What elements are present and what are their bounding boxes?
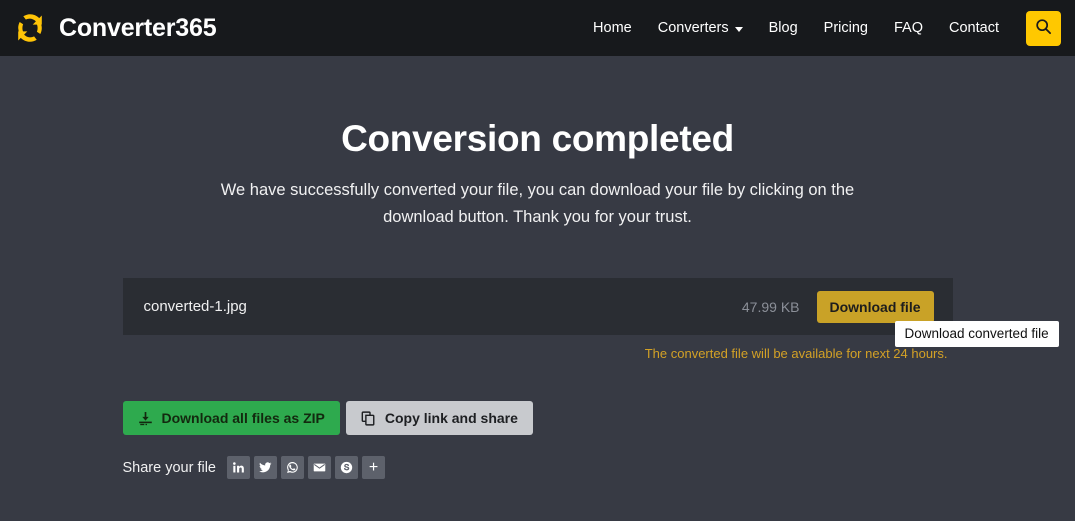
file-name: converted-1.jpg (143, 298, 247, 316)
download-file-tooltip: Download converted file (894, 321, 1059, 348)
share-buttons: + (227, 456, 385, 480)
copy-link-share-button[interactable]: Copy link and share (345, 401, 533, 436)
nav-label: Converters (657, 20, 729, 36)
file-availability-notice: The converted file will be available for… (644, 346, 948, 362)
nav-item-pricing[interactable]: Pricing (811, 14, 881, 42)
download-tray-icon (138, 411, 153, 426)
refresh-arrows-icon (12, 10, 48, 46)
share-more-button[interactable]: + (362, 456, 385, 480)
share-skype-button[interactable] (335, 456, 358, 480)
nav-item-converters[interactable]: Converters (645, 14, 756, 42)
copy-pages-icon (361, 411, 376, 426)
share-linkedin-button[interactable] (227, 456, 250, 480)
action-buttons: Download all files as ZIP Copy link and … (122, 401, 953, 436)
converted-file-row: converted-1.jpg 47.99 KB Download file D… (122, 278, 1059, 348)
site-header: Converter365 Home Converters Blog Pricin… (0, 0, 1075, 56)
skype-icon (340, 461, 353, 474)
share-label: Share your file (122, 459, 217, 476)
nav-label: Pricing (823, 20, 868, 36)
page-subtitle: We have successfully converted your file… (220, 181, 855, 226)
search-button[interactable] (1026, 10, 1061, 46)
share-email-button[interactable] (308, 456, 331, 480)
linkedin-icon (232, 461, 245, 474)
nav-item-home[interactable]: Home (580, 14, 645, 42)
brand-logo-link[interactable]: Converter365 (12, 10, 217, 46)
nav-item-faq[interactable]: FAQ (881, 14, 936, 42)
nav-label: Contact (949, 20, 999, 36)
nav-label: Blog (768, 20, 798, 36)
plus-icon: + (368, 458, 379, 476)
button-label: Copy link and share (384, 410, 518, 427)
whatsapp-icon (286, 461, 299, 474)
nav-label: FAQ (894, 20, 924, 36)
twitter-icon (259, 461, 272, 474)
share-twitter-button[interactable] (254, 456, 277, 480)
file-size: 47.99 KB (741, 298, 800, 315)
email-icon (313, 461, 326, 474)
download-all-zip-button[interactable]: Download all files as ZIP (122, 401, 340, 436)
share-section: Share your file + (122, 456, 953, 480)
nav-label: Home (593, 20, 632, 36)
conversion-result-panel: converted-1.jpg 47.99 KB Download file D… (122, 278, 1059, 480)
download-file-button[interactable]: Download file (816, 290, 934, 323)
main-content: Conversion completed We have successfull… (0, 56, 1075, 480)
page-title: Conversion completed (341, 118, 734, 159)
share-whatsapp-button[interactable] (281, 456, 304, 480)
chevron-down-icon (734, 26, 743, 32)
brand-name: Converter365 (59, 13, 217, 42)
nav-item-blog[interactable]: Blog (756, 14, 811, 42)
main-navigation: Home Converters Blog Pricing FAQ Contact (580, 10, 1061, 46)
search-icon (1035, 18, 1052, 38)
nav-item-contact[interactable]: Contact (936, 14, 1012, 42)
button-label: Download all files as ZIP (161, 410, 325, 427)
